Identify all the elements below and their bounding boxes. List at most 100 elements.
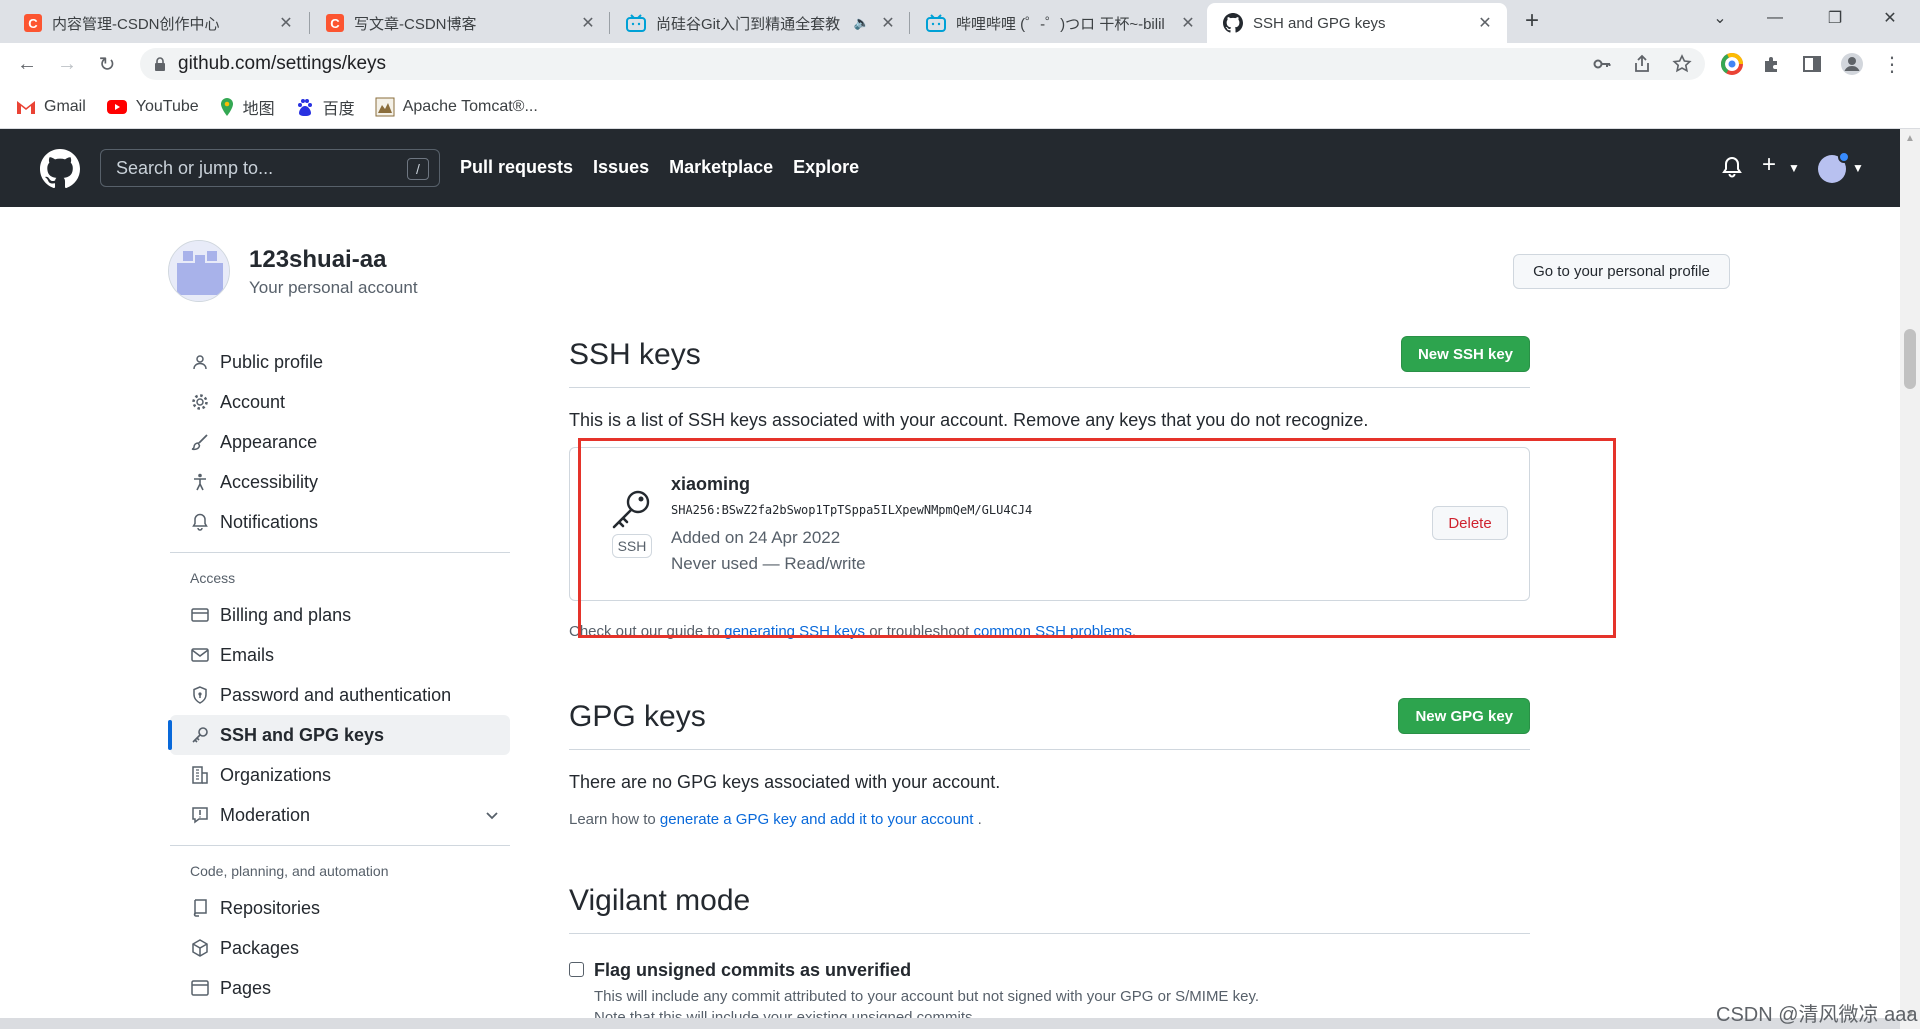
- more-menu-icon[interactable]: ⋮: [1877, 49, 1907, 79]
- side-panel-icon[interactable]: [1797, 49, 1827, 79]
- nav-issues[interactable]: Issues: [593, 157, 649, 178]
- new-gpg-key-button[interactable]: New GPG key: [1398, 698, 1530, 734]
- tomcat-icon: [375, 97, 395, 117]
- minimize-button[interactable]: —: [1745, 0, 1805, 36]
- sidebar-item-organizations[interactable]: Organizations: [170, 755, 510, 795]
- sidebar-item-billing[interactable]: Billing and plans: [170, 595, 510, 635]
- ssh-description: This is a list of SSH keys associated wi…: [569, 410, 1369, 430]
- back-button[interactable]: ←: [12, 49, 42, 79]
- ssh-key-usage: Never used — Read/write: [671, 554, 866, 573]
- bookmark-star-icon[interactable]: [1667, 49, 1697, 79]
- sidebar-item-repositories[interactable]: Repositories: [170, 888, 510, 928]
- new-ssh-key-button[interactable]: New SSH key: [1400, 336, 1530, 372]
- chevron-down-icon[interactable]: ▼: [1852, 161, 1864, 175]
- ssh-badge: SSH: [612, 534, 652, 558]
- share-icon[interactable]: [1627, 49, 1657, 79]
- scroll-up-icon[interactable]: ▲: [1900, 133, 1920, 144]
- close-icon[interactable]: ✕: [578, 13, 598, 33]
- tab-title: 哔哩哔哩 (゜-゜)つロ 干杯~-bilil: [956, 15, 1165, 33]
- bookmark-youtube[interactable]: YouTube: [106, 98, 199, 116]
- password-key-icon[interactable]: [1587, 49, 1617, 79]
- organization-icon: [190, 765, 210, 785]
- nav-pull-requests[interactable]: Pull requests: [460, 157, 573, 178]
- sidebar-item-public-profile[interactable]: Public profile: [170, 342, 510, 382]
- tab-search-icon[interactable]: ⌄: [1690, 0, 1750, 36]
- ssh-key-fingerprint: SHA256:BSwZ2fa2bSwop1TpTSppa5ILXpewNMpmQ…: [671, 503, 1033, 517]
- reload-button[interactable]: ↻: [92, 49, 122, 79]
- sidebar-item-ssh-gpg-keys[interactable]: SSH and GPG keys: [168, 715, 510, 755]
- vigilant-mode-header: Vigilant mode: [569, 878, 1530, 934]
- plus-icon[interactable]: +: [1762, 151, 1776, 179]
- sidebar-divider: [170, 845, 510, 846]
- browser-tab[interactable]: C 写文章-CSDN博客 ✕: [310, 3, 610, 43]
- sidebar-item-emails[interactable]: Emails: [170, 635, 510, 675]
- flag-unsigned-checkbox[interactable]: [569, 962, 584, 977]
- close-icon[interactable]: ✕: [878, 13, 898, 33]
- chevron-down-icon[interactable]: [484, 807, 500, 823]
- bookmark-tomcat[interactable]: Apache Tomcat®...: [375, 97, 538, 117]
- gpg-keys-title: GPG keys: [569, 700, 706, 733]
- header-nav: Pull requests Issues Marketplace Explore: [460, 157, 879, 178]
- browser-tab[interactable]: 尚硅谷Git入门到精通全套教 🔈 ✕: [610, 3, 910, 43]
- scroll-thumb[interactable]: [1904, 329, 1916, 389]
- page-scrollbar[interactable]: ▲ ▼: [1900, 129, 1920, 1029]
- profile-avatar[interactable]: [168, 240, 230, 302]
- go-to-profile-button[interactable]: Go to your personal profile: [1513, 254, 1730, 289]
- bookmarks-bar: Gmail YouTube 地图 百度 Apache Tomcat®...: [0, 85, 1920, 129]
- github-logo-icon[interactable]: [40, 149, 80, 189]
- delete-key-button[interactable]: Delete: [1432, 506, 1508, 540]
- browser-icon: [190, 978, 210, 998]
- sidebar-item-appearance[interactable]: Appearance: [170, 422, 510, 462]
- profile-subtitle: Your personal account: [249, 278, 418, 297]
- person-icon: [190, 352, 210, 372]
- browser-tab[interactable]: C 内容管理-CSDN创作中心 ✕: [8, 3, 308, 43]
- profile-icon[interactable]: [1837, 49, 1867, 79]
- bookmark-baidu[interactable]: 百度: [295, 95, 355, 119]
- close-icon[interactable]: ✕: [276, 13, 296, 33]
- close-window-button[interactable]: ✕: [1860, 0, 1920, 36]
- sidebar-item-label: Emails: [220, 644, 275, 665]
- common-ssh-problems-link[interactable]: common SSH problems: [973, 623, 1131, 640]
- gpg-keys-header: GPG keys New GPG key: [569, 694, 1530, 750]
- key-icon: [190, 725, 210, 745]
- sidebar-item-label: Billing and plans: [220, 604, 352, 625]
- bell-icon[interactable]: [1722, 156, 1742, 178]
- close-icon[interactable]: ✕: [1178, 13, 1198, 33]
- gpg-learn-text: Learn how to generate a GPG key and add …: [569, 811, 982, 828]
- browser-tab[interactable]: 哔哩哔哩 (゜-゜)つロ 干杯~-bilil ✕: [910, 3, 1210, 43]
- sidebar-item-moderation[interactable]: Moderation: [170, 795, 510, 835]
- puzzle-icon[interactable]: [1757, 49, 1787, 79]
- status-dot: [1838, 151, 1850, 163]
- close-icon[interactable]: ✕: [1475, 13, 1495, 33]
- sidebar-item-account[interactable]: Account: [170, 382, 510, 422]
- chevron-down-icon[interactable]: ▼: [1788, 161, 1800, 175]
- nav-explore[interactable]: Explore: [793, 157, 859, 178]
- sidebar-item-pages[interactable]: Pages: [170, 968, 510, 1008]
- bookmark-maps[interactable]: 地图: [219, 95, 275, 119]
- sidebar-item-password-auth[interactable]: Password and authentication: [170, 675, 510, 715]
- gpg-learn-prefix: Learn how to: [569, 811, 660, 828]
- chrome-extension-icon[interactable]: [1717, 49, 1747, 79]
- forward-button[interactable]: →: [52, 49, 82, 79]
- generating-ssh-keys-link[interactable]: generating SSH keys: [724, 623, 865, 640]
- nav-marketplace[interactable]: Marketplace: [669, 157, 773, 178]
- search-placeholder: Search or jump to...: [116, 157, 274, 178]
- bookmark-label: 百度: [322, 100, 355, 118]
- sidebar-item-accessibility[interactable]: Accessibility: [170, 462, 510, 502]
- vigilant-checkbox-label[interactable]: Flag unsigned commits as unverified: [594, 960, 911, 981]
- mail-icon: [190, 645, 210, 665]
- restore-button[interactable]: ❐: [1805, 0, 1865, 36]
- new-tab-button[interactable]: +: [1518, 8, 1546, 36]
- address-bar[interactable]: github.com/settings/keys: [140, 48, 1705, 80]
- csdn-icon: C: [24, 14, 42, 32]
- sidebar-item-notifications[interactable]: Notifications: [170, 502, 510, 542]
- generate-gpg-key-link[interactable]: generate a GPG key and add it to your ac…: [660, 811, 974, 828]
- bookmark-gmail[interactable]: Gmail: [16, 98, 86, 116]
- profile-name[interactable]: 123shuai-aa: [249, 246, 386, 274]
- sidebar-item-packages[interactable]: Packages: [170, 928, 510, 968]
- search-input[interactable]: Search or jump to... /: [100, 149, 440, 187]
- settings-main: SSH keys New SSH key This is a list of S…: [569, 332, 1530, 1026]
- bookmark-label: YouTube: [135, 97, 199, 115]
- browser-tab-active[interactable]: SSH and GPG keys ✕: [1207, 3, 1507, 43]
- speaker-icon[interactable]: 🔈: [854, 15, 870, 31]
